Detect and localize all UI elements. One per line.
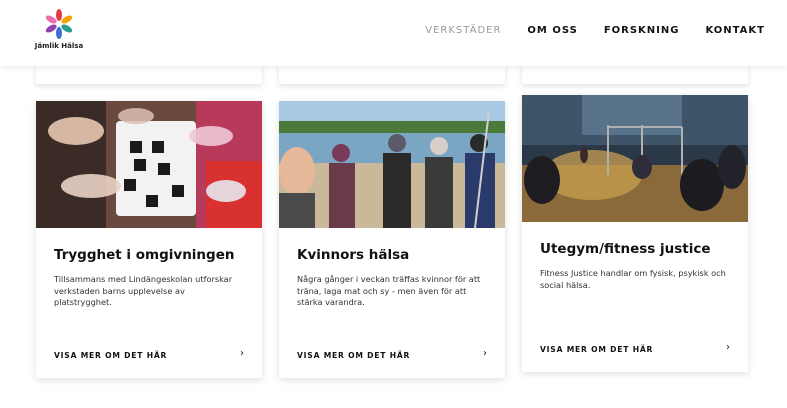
nav-item-forskning[interactable]: FORSKNING bbox=[604, 25, 680, 36]
card-description: Fitness Justice handlar om fysisk, psyki… bbox=[540, 268, 726, 290]
chevron-right-icon[interactable]: › bbox=[240, 348, 244, 359]
card-image bbox=[279, 101, 505, 228]
logo-icon bbox=[45, 9, 73, 39]
main-nav: VERKSTÄDER OM OSS FORSKNING KONTAKT bbox=[425, 25, 765, 36]
workshop-card[interactable]: Trygghet i omgivningen Tillsammans med L… bbox=[36, 101, 262, 378]
card-image bbox=[36, 101, 262, 228]
nav-item-verkstader[interactable]: VERKSTÄDER bbox=[425, 25, 501, 36]
card-title: Kvinnors hälsa bbox=[297, 247, 410, 263]
workshop-card[interactable]: Kvinnors hälsa Några gånger i veckan trä… bbox=[279, 101, 505, 378]
site-header: Jämlik Hälsa VERKSTÄDER OM OSS FORSKNING… bbox=[0, 0, 787, 66]
brand-logo[interactable]: Jämlik Hälsa bbox=[34, 8, 84, 52]
card-title: Utegym/fitness justice bbox=[540, 241, 711, 257]
nav-item-kontakt[interactable]: KONTAKT bbox=[705, 25, 765, 36]
workshop-card[interactable]: Utegym/fitness justice Fitness Justice h… bbox=[522, 95, 748, 372]
brand-name: Jämlik Hälsa bbox=[34, 42, 84, 50]
card-description: Några gånger i veckan träffas kvinnor fö… bbox=[297, 274, 481, 307]
chevron-right-icon[interactable]: › bbox=[726, 342, 730, 353]
card-title: Trygghet i omgivningen bbox=[54, 247, 235, 263]
card-image bbox=[522, 95, 748, 222]
card-description: Tillsammans med Lindängeskolan utforskar… bbox=[54, 274, 233, 307]
read-more-link[interactable]: VISA MER OM DET HÄR bbox=[540, 345, 653, 354]
nav-item-om-oss[interactable]: OM OSS bbox=[527, 25, 577, 36]
read-more-link[interactable]: VISA MER OM DET HÄR bbox=[297, 351, 410, 360]
read-more-link[interactable]: VISA MER OM DET HÄR bbox=[54, 351, 167, 360]
chevron-right-icon[interactable]: › bbox=[483, 348, 487, 359]
